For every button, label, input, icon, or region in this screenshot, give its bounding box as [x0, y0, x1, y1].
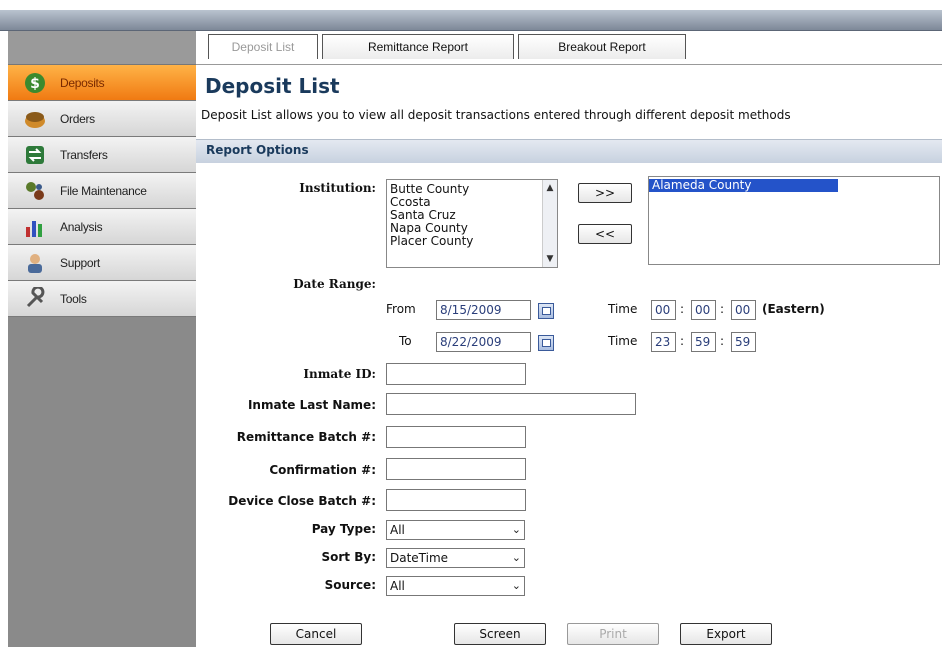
- section-header: Report Options: [196, 139, 942, 163]
- sidebar-item-label: Transfers: [60, 147, 108, 162]
- chevron-down-icon: ⌄: [511, 579, 521, 592]
- to-date-input[interactable]: 8/22/2009: [436, 332, 531, 352]
- add-institution-button[interactable]: >>: [578, 183, 632, 203]
- source-value: All: [390, 579, 405, 593]
- confirmation-input[interactable]: [386, 458, 526, 480]
- institution-label: Institution:: [299, 181, 376, 195]
- to-calendar-icon[interactable]: [538, 335, 554, 351]
- print-button[interactable]: Print: [567, 623, 659, 645]
- pay-type-label: Pay Type:: [311, 522, 376, 536]
- sidebar-item-label: File Maintenance: [60, 183, 147, 198]
- inmate-id-label: Inmate ID:: [303, 367, 376, 381]
- device-close-batch-label: Device Close Batch #:: [228, 494, 376, 508]
- svg-text:$: $: [30, 76, 40, 92]
- to-hour-input[interactable]: 23: [651, 332, 676, 352]
- scroll-up-icon[interactable]: ▲: [543, 182, 557, 194]
- main-content: Deposit List Deposit List allows you to …: [196, 64, 942, 647]
- support-person-icon: [22, 250, 48, 276]
- inmate-last-name-label: Inmate Last Name:: [247, 398, 376, 412]
- institution-option[interactable]: Placer County: [387, 235, 557, 248]
- from-second-input[interactable]: 00: [731, 300, 756, 320]
- sidebar-item-label: Deposits: [60, 75, 105, 90]
- window-top-bar: [0, 0, 942, 31]
- sidebar-item-deposits[interactable]: $ Deposits: [8, 65, 196, 101]
- chevron-down-icon: ⌄: [511, 551, 521, 564]
- chevron-down-icon: ⌄: [511, 523, 521, 536]
- page-title: Deposit List: [205, 74, 340, 98]
- from-minute-input[interactable]: 00: [691, 300, 716, 320]
- dollar-icon: $: [22, 70, 48, 96]
- from-calendar-icon[interactable]: [538, 303, 554, 319]
- selected-institution-option[interactable]: Alameda County: [649, 179, 838, 192]
- from-label: From: [386, 302, 416, 316]
- remittance-batch-label: Remittance Batch #:: [236, 430, 376, 444]
- time-separator: :: [720, 302, 725, 316]
- pay-type-value: All: [390, 523, 405, 537]
- scroll-down-icon[interactable]: ▼: [543, 253, 557, 265]
- report-tabs: Deposit List Remittance Report Breakout …: [196, 31, 942, 65]
- sidebar-item-analysis[interactable]: Analysis: [8, 209, 196, 245]
- file-maintenance-icon: [22, 178, 48, 204]
- selected-institutions-listbox[interactable]: Alameda County: [648, 176, 940, 265]
- sidebar-item-label: Support: [60, 255, 100, 270]
- sidebar-header: [8, 31, 196, 65]
- time-separator: :: [680, 302, 685, 316]
- to-minute-input[interactable]: 59: [691, 332, 716, 352]
- sidebar-item-tools[interactable]: Tools: [8, 281, 196, 317]
- sidebar: $ Deposits Orders Transfers File Mainten…: [8, 31, 196, 647]
- inmate-id-input[interactable]: [386, 363, 526, 385]
- sidebar-item-orders[interactable]: Orders: [8, 101, 196, 137]
- transfers-icon: [22, 142, 48, 168]
- page-description: Deposit List allows you to view all depo…: [201, 108, 791, 122]
- date-range-label: Date Range:: [293, 277, 376, 291]
- source-select[interactable]: All ⌄: [386, 576, 525, 596]
- device-close-batch-input[interactable]: [386, 489, 526, 511]
- sidebar-item-support[interactable]: Support: [8, 245, 196, 281]
- sort-by-value: DateTime: [390, 551, 449, 565]
- inmate-last-name-input[interactable]: [386, 393, 636, 415]
- sidebar-item-label: Orders: [60, 111, 95, 126]
- sidebar-item-file-maintenance[interactable]: File Maintenance: [8, 173, 196, 209]
- from-time-label: Time: [608, 302, 638, 316]
- to-label: To: [399, 334, 412, 348]
- screen-button[interactable]: Screen: [454, 623, 546, 645]
- tab-breakout-report[interactable]: Breakout Report: [518, 34, 686, 59]
- section-header-label: Report Options: [206, 143, 309, 157]
- pay-type-select[interactable]: All ⌄: [386, 520, 525, 540]
- cancel-button[interactable]: Cancel: [270, 623, 362, 645]
- tab-remittance-report[interactable]: Remittance Report: [322, 34, 514, 59]
- from-hour-input[interactable]: 00: [651, 300, 676, 320]
- listbox-scrollbar[interactable]: ▲ ▼: [542, 180, 557, 267]
- sidebar-item-label: Analysis: [60, 219, 103, 234]
- sort-by-label: Sort By:: [321, 550, 377, 564]
- export-button[interactable]: Export: [680, 623, 772, 645]
- to-second-input[interactable]: 59: [731, 332, 756, 352]
- timezone-label: (Eastern): [762, 302, 825, 316]
- sidebar-item-transfers[interactable]: Transfers: [8, 137, 196, 173]
- tab-deposit-list[interactable]: Deposit List: [208, 34, 318, 59]
- tools-wrench-icon: [22, 286, 48, 312]
- remove-institution-button[interactable]: <<: [578, 224, 632, 244]
- analysis-chart-icon: [22, 214, 48, 240]
- orders-icon: [22, 106, 48, 132]
- institution-listbox[interactable]: Butte County Ccosta Santa Cruz Napa Coun…: [386, 179, 558, 268]
- source-label: Source:: [324, 578, 376, 592]
- sort-by-select[interactable]: DateTime ⌄: [386, 548, 525, 568]
- confirmation-label: Confirmation #:: [269, 463, 376, 477]
- time-separator: :: [680, 334, 685, 348]
- remittance-batch-input[interactable]: [386, 426, 526, 448]
- time-separator: :: [720, 334, 725, 348]
- to-time-label: Time: [608, 334, 638, 348]
- from-date-input[interactable]: 8/15/2009: [436, 300, 531, 320]
- sidebar-item-label: Tools: [60, 291, 87, 306]
